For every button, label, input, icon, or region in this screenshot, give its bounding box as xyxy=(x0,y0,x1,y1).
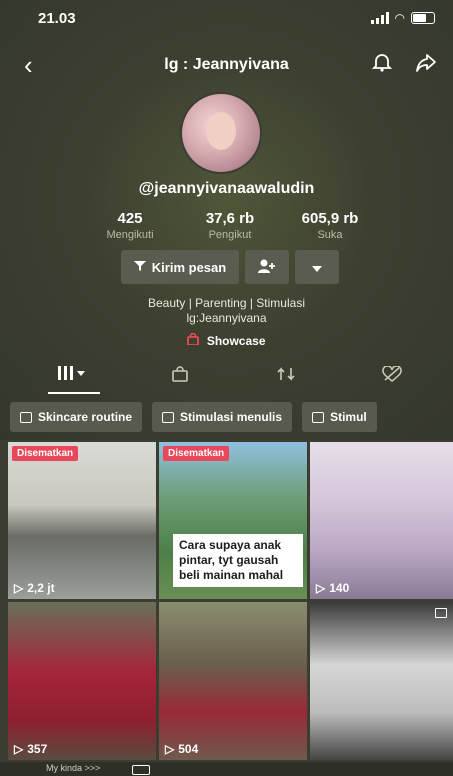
profile-stats: 425 Mengikuti 37,6 rb Pengikut 605,9 rb … xyxy=(80,210,380,250)
playlist-icon xyxy=(312,411,325,423)
user-add-icon xyxy=(258,258,276,277)
photo-carousel-icon xyxy=(435,608,447,618)
profile-handle: @jeannyivanaawaludin xyxy=(138,180,315,197)
bio-line-1: Beauty | Parenting | Stimulasi xyxy=(148,296,305,310)
avatar[interactable] xyxy=(180,92,262,174)
view-count: ▷ 140 xyxy=(316,581,349,595)
video-thumbnail[interactable]: Disematkan ▷ 2,2 jt xyxy=(8,442,156,599)
stat-followers-label: Pengikut xyxy=(208,229,252,241)
view-count: ▷ 2,2 jt xyxy=(14,581,55,595)
video-thumbnail[interactable]: ▷ 140 xyxy=(310,442,453,599)
view-count-value: 357 xyxy=(27,742,48,756)
tab-reposts[interactable] xyxy=(266,366,306,387)
bell-icon[interactable] xyxy=(371,51,393,78)
send-message-button[interactable]: Kirim pesan xyxy=(121,250,239,284)
tab-videos[interactable] xyxy=(52,366,92,385)
view-count-value: 504 xyxy=(178,742,199,756)
grid-icon xyxy=(58,366,85,380)
showcase-label: Showcase xyxy=(206,334,266,348)
playlist-icon xyxy=(20,411,32,423)
playlist-chip[interactable]: Stimul xyxy=(302,402,377,432)
playlist-chip[interactable]: Stimulasi menulis xyxy=(152,402,293,432)
active-tab-indicator xyxy=(48,392,100,394)
stat-following[interactable]: 425 Mengikuti xyxy=(80,210,180,241)
playlist-label: Stimulasi menulis xyxy=(180,410,283,424)
heart-hidden-icon xyxy=(382,365,402,382)
playlist-icon xyxy=(162,411,175,423)
profile-screen: 21.03 ◠ ‹ lg : Jeannyivana @jeannyivanaa… xyxy=(0,0,453,776)
status-bar: 21.03 ◠ xyxy=(0,0,453,40)
more-options-button[interactable] xyxy=(295,250,339,284)
send-icon xyxy=(133,260,146,275)
battery-icon xyxy=(411,12,435,24)
view-count-value: 140 xyxy=(329,581,350,595)
video-thumbnail[interactable]: Disematkan Cara supaya anak pintar, tyt … xyxy=(159,442,307,599)
play-icon: ▷ xyxy=(14,581,24,595)
video-thumbnail[interactable]: ▷ 357 xyxy=(8,602,156,760)
stat-followers-value: 37,6 rb xyxy=(205,210,255,227)
pinned-badge: Disematkan xyxy=(12,446,79,461)
bottom-strip: My kinda >>> xyxy=(0,762,453,776)
pinned-badge: Disematkan xyxy=(163,446,230,461)
add-friend-button[interactable] xyxy=(245,250,289,284)
playlist-label: Skincare routine xyxy=(38,410,133,424)
playlist-row: Skincare routine Stimulasi menulis Stimu… xyxy=(10,402,453,436)
view-count: ▷ 504 xyxy=(165,742,198,756)
bio-line-2: lg:Jeannyivana xyxy=(186,311,267,325)
video-grid: Disematkan ▷ 2,2 jt Disematkan Cara supay… xyxy=(8,442,453,760)
shopping-bag-icon xyxy=(187,332,202,348)
wifi-icon: ◠ xyxy=(394,11,405,25)
status-time: 21.03 xyxy=(38,10,76,27)
carousel-icon xyxy=(132,765,150,775)
stat-following-value: 425 xyxy=(117,210,143,227)
signal-icon xyxy=(370,12,389,24)
view-count-value: 2,2 jt xyxy=(27,581,55,595)
view-count: ▷ 357 xyxy=(14,742,47,756)
profile-actions: Kirim pesan xyxy=(121,250,339,284)
chevron-down-icon xyxy=(312,260,322,275)
share-icon[interactable] xyxy=(415,53,437,78)
tab-liked[interactable] xyxy=(372,365,412,387)
stat-likes-value: 605,9 rb xyxy=(301,210,359,227)
stat-likes[interactable]: 605,9 rb Suka xyxy=(280,210,380,241)
video-thumbnail[interactable] xyxy=(310,602,453,760)
playlist-chip[interactable]: Skincare routine xyxy=(10,402,143,432)
stat-likes-label: Suka xyxy=(317,229,343,241)
avatar-face xyxy=(206,112,236,150)
playlist-label: Stimul xyxy=(330,410,367,424)
send-message-label: Kirim pesan xyxy=(151,259,227,275)
play-icon: ▷ xyxy=(316,581,326,595)
video-caption: Cara supaya anak pintar, tyt gausah beli… xyxy=(173,534,303,587)
stat-followers[interactable]: 37,6 rb Pengikut xyxy=(180,210,280,241)
showcase-link[interactable]: Showcase xyxy=(0,332,453,348)
shop-bag-icon xyxy=(172,366,188,382)
video-thumbnail[interactable]: ▷ 504 xyxy=(159,602,307,760)
play-icon: ▷ xyxy=(14,742,24,756)
content-tabs xyxy=(0,360,453,394)
top-bar: ‹ lg : Jeannyivana xyxy=(0,48,453,84)
stat-following-label: Mengikuti xyxy=(106,229,154,241)
bottom-text: My kinda >>> xyxy=(46,763,101,773)
tab-shop[interactable] xyxy=(160,366,200,387)
system-icons: ◠ xyxy=(370,11,435,25)
repost-icon xyxy=(277,367,295,381)
play-icon: ▷ xyxy=(165,742,175,756)
profile-bio: Beauty | Parenting | Stimulasi lg:Jeanny… xyxy=(0,296,453,326)
